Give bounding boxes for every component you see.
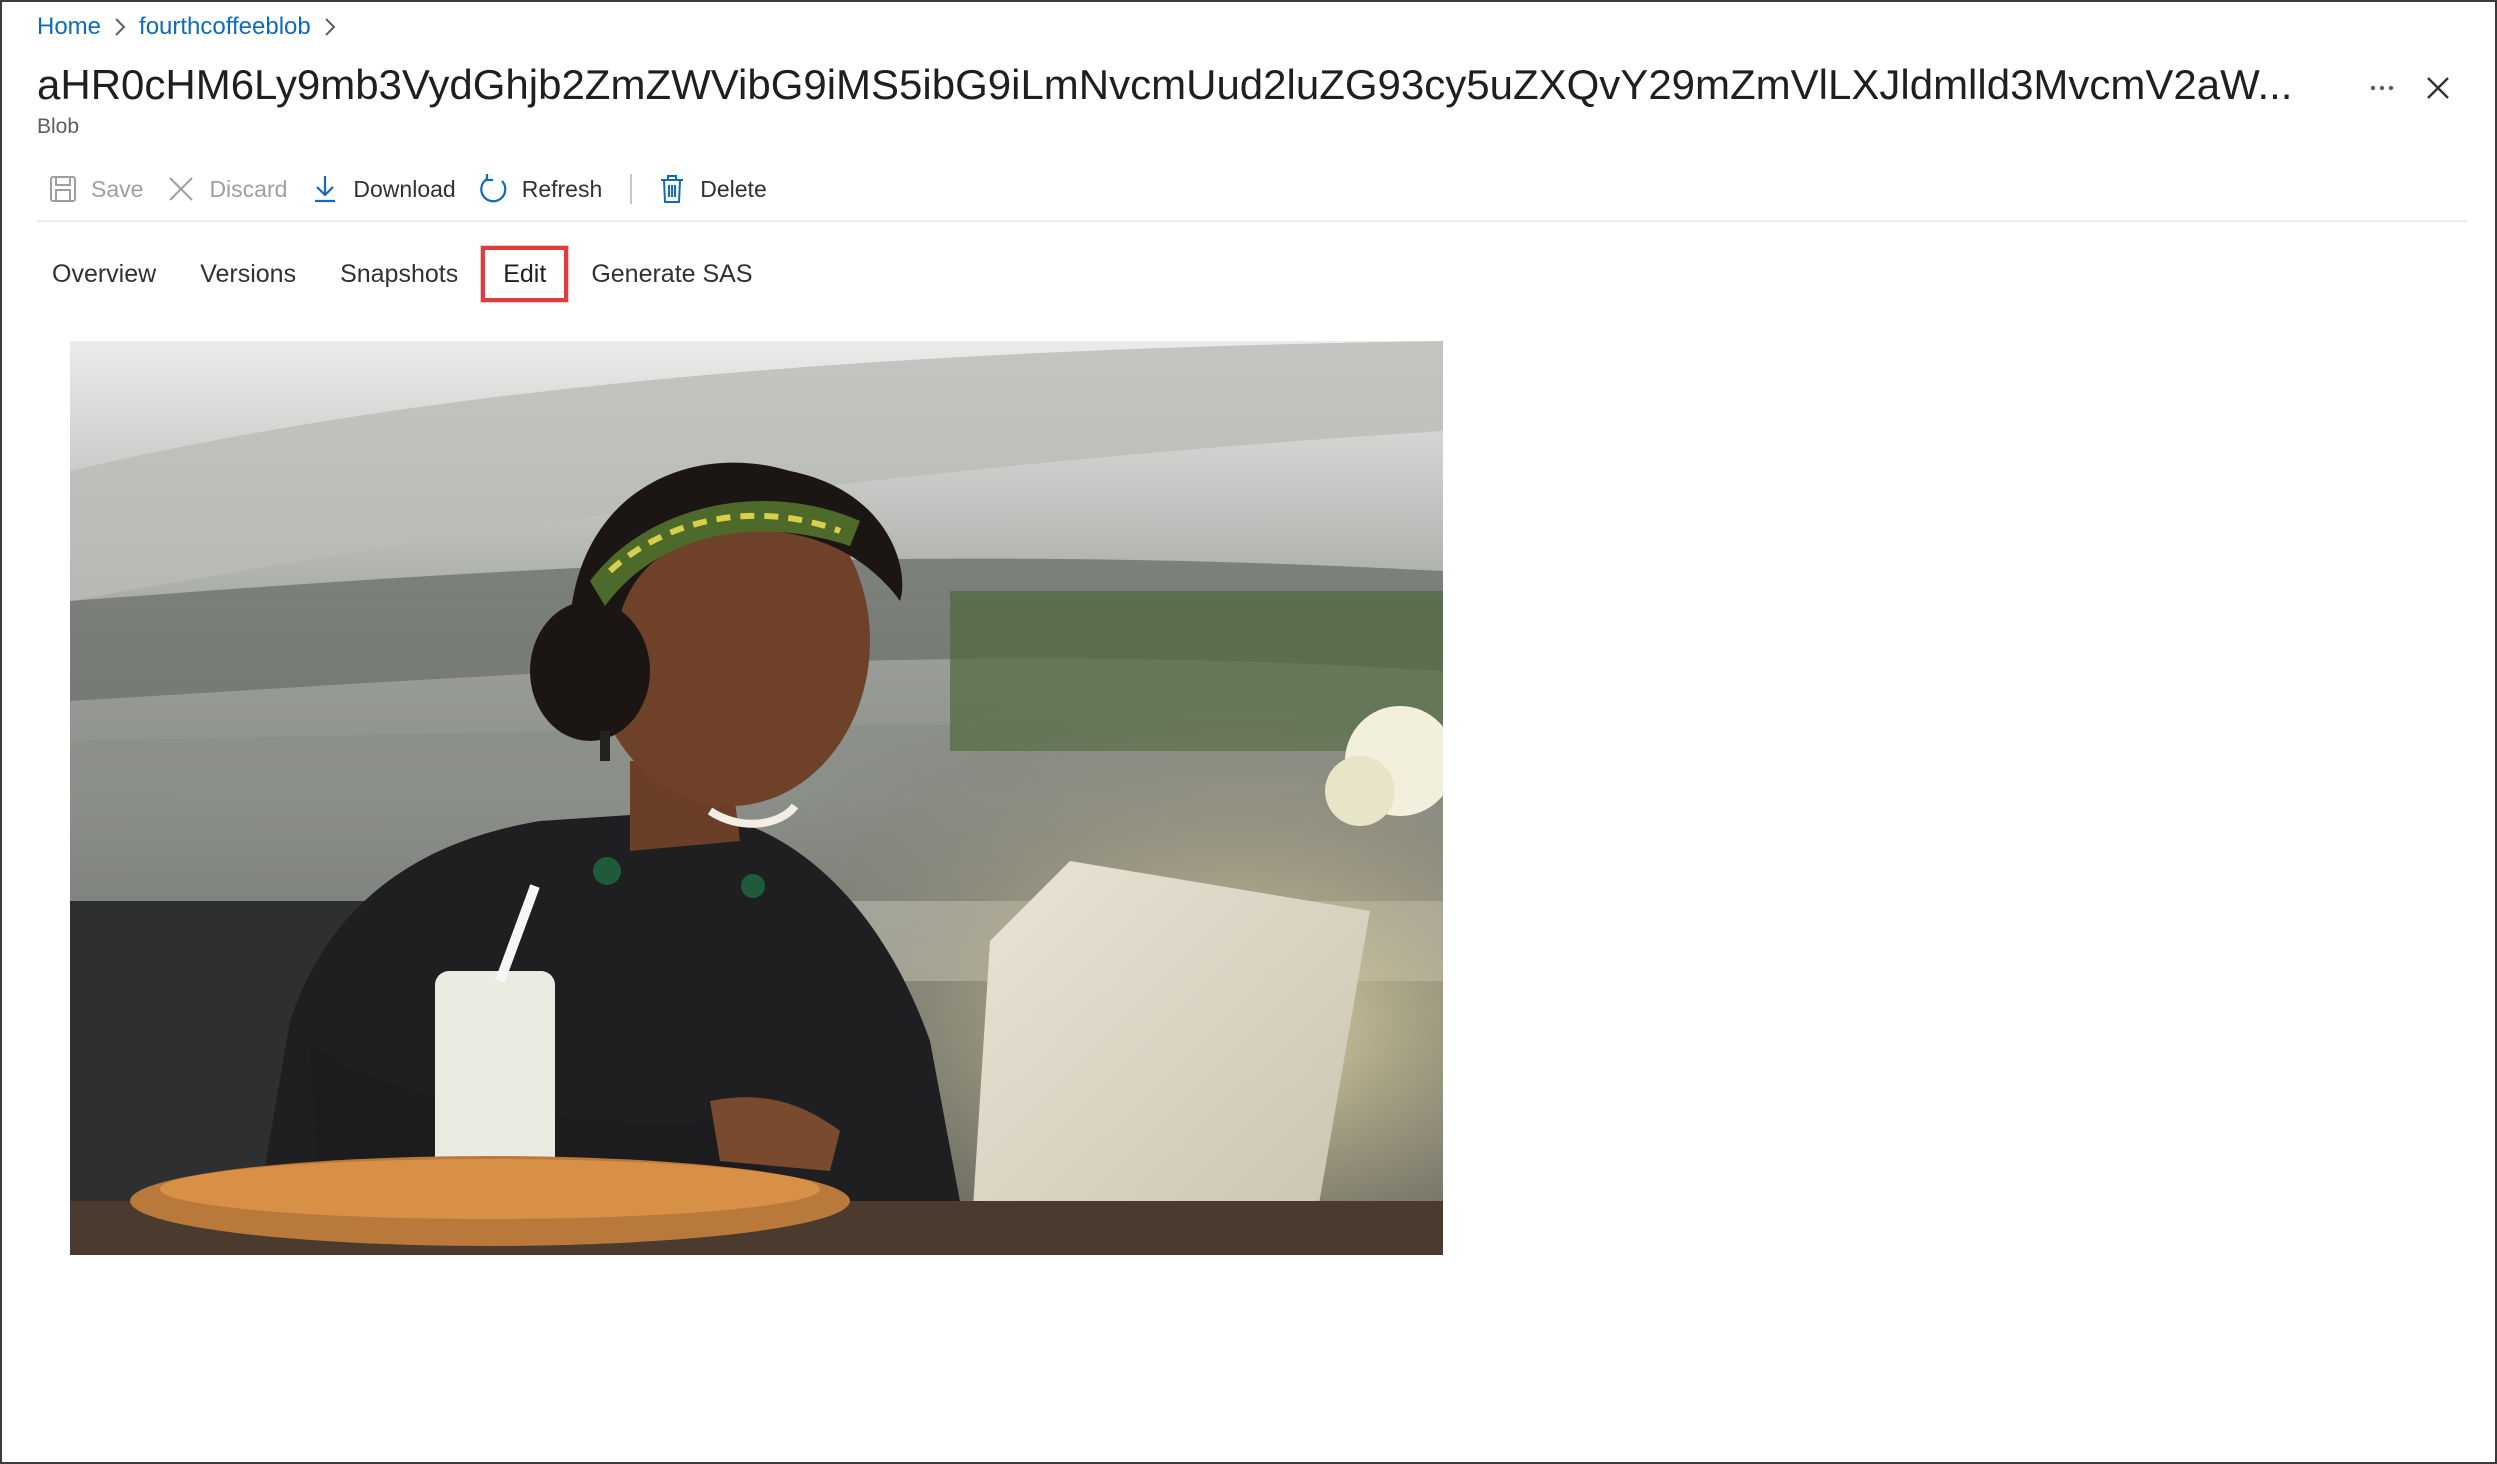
tab-versions[interactable]: Versions — [185, 246, 311, 302]
close-icon — [2427, 77, 2449, 99]
refresh-button[interactable]: Refresh — [468, 167, 615, 211]
chevron-right-icon — [311, 17, 349, 37]
discard-label: Discard — [209, 175, 288, 202]
ellipsis-icon — [2370, 85, 2394, 91]
tab-overview[interactable]: Overview — [37, 246, 171, 302]
save-label: Save — [91, 175, 144, 202]
toolbar-divider — [630, 174, 633, 204]
page-title: aHR0cHM6Ly9mb3VydGhjb2ZmZWVibG9iMS5ibG9i… — [37, 61, 2293, 108]
breadcrumb-container-link[interactable]: fourthcoffeeblob — [139, 13, 311, 41]
blob-image-preview — [70, 341, 1443, 1255]
discard-button[interactable]: Discard — [155, 167, 299, 211]
tab-strip: Overview Versions Snapshots Edit Generat… — [37, 246, 768, 302]
more-options-button[interactable] — [2362, 68, 2402, 108]
tab-snapshots[interactable]: Snapshots — [325, 246, 473, 302]
page-subtitle: Blob — [37, 115, 80, 138]
photo-woman-laptop — [70, 341, 1443, 1255]
toolbar-divider-line — [37, 220, 2467, 222]
discard-icon — [169, 177, 194, 201]
download-label: Download — [353, 175, 456, 202]
chevron-right-icon — [101, 17, 139, 37]
trash-icon — [661, 175, 684, 203]
tab-generate-sas[interactable]: Generate SAS — [576, 246, 767, 302]
download-icon — [315, 176, 336, 203]
download-button[interactable]: Download — [299, 167, 467, 211]
save-button[interactable]: Save — [37, 167, 155, 211]
delete-button[interactable]: Delete — [646, 167, 778, 211]
delete-label: Delete — [700, 175, 767, 202]
close-button[interactable] — [2418, 68, 2458, 108]
tab-edit[interactable]: Edit — [481, 246, 569, 302]
breadcrumb-home-link[interactable]: Home — [37, 13, 101, 41]
refresh-icon — [479, 174, 507, 203]
command-bar: Save Discard Download Refresh Delete — [37, 167, 779, 211]
blob-blade: Home fourthcoffeeblob aHR0cHM6Ly9mb3VydG… — [0, 0, 2497, 1464]
save-icon — [50, 176, 76, 202]
breadcrumb: Home fourthcoffeeblob — [37, 10, 349, 44]
refresh-label: Refresh — [521, 175, 603, 202]
